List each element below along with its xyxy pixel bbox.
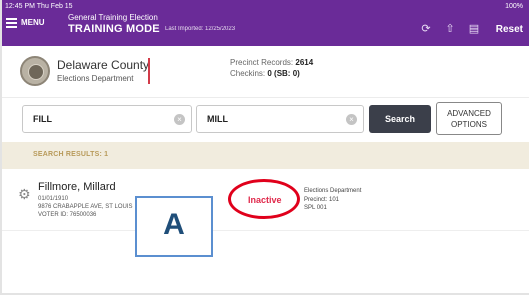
checkins-label: Checkins: <box>230 69 266 78</box>
precinct-records-value: 2614 <box>295 58 314 67</box>
search-row: FILL × MILL × Search ADVANCED OPTIONS <box>0 98 529 142</box>
status-time: 12:45 PM Thu Feb 15 <box>5 3 73 10</box>
advanced-options-button[interactable]: ADVANCED OPTIONS <box>436 102 502 135</box>
last-imported-note: Last Imported: 12/25/2023 <box>165 26 236 32</box>
first-name-value: MILL <box>207 114 228 124</box>
search-results-count: SEARCH RESULTS: 1 <box>33 151 109 158</box>
voter-result-row[interactable]: ⚙ Fillmore, Millard 01/01/1910 9876 CRAB… <box>0 169 529 231</box>
hamburger-icon <box>6 18 17 28</box>
upload-icon[interactable]: ⇧ <box>443 22 457 36</box>
checkins-value: 0 (SB: 0) <box>267 69 300 78</box>
last-name-input[interactable]: FILL × <box>22 105 192 133</box>
search-results-bar: SEARCH RESULTS: 1 <box>0 142 529 169</box>
voter-precinct: Precinct: 101 <box>304 197 340 203</box>
voter-dob: 01/01/1910 <box>38 196 69 202</box>
precinct-records-label: Precinct Records: <box>230 58 294 67</box>
divider <box>148 58 150 84</box>
menu-button[interactable]: MENU <box>6 18 45 28</box>
election-name: General Training Election <box>68 13 158 22</box>
voter-address: 9876 CRABAPPLE AVE, ST LOUIS <box>38 204 133 210</box>
frame-border-left <box>0 0 2 295</box>
checkins: Checkins: 0 (SB: 0) <box>230 69 300 78</box>
county-department: Elections Department <box>57 74 134 83</box>
clear-last-name-icon[interactable]: × <box>174 114 185 125</box>
network-icon[interactable]: ▤ <box>467 22 481 36</box>
county-name: Delaware County <box>57 58 150 72</box>
menu-label: MENU <box>21 18 45 27</box>
county-seal-icon <box>20 56 50 86</box>
advanced-options-line2: OPTIONS <box>450 120 487 129</box>
reset-button[interactable]: Reset <box>496 24 523 35</box>
header-icon-group: ⟳ ⇧ ▤ <box>419 22 481 36</box>
clear-first-name-icon[interactable]: × <box>346 114 357 125</box>
advanced-options-line1: ADVANCED <box>447 109 491 118</box>
voter-department: Elections Department <box>304 188 362 194</box>
annotation-label: A <box>163 208 185 241</box>
battery-indicator: 100% <box>505 3 523 10</box>
top-app-bar: 12:45 PM Thu Feb 15 100% MENU General Tr… <box>0 0 529 46</box>
sync-icon[interactable]: ⟳ <box>419 22 433 36</box>
training-mode-label: TRAINING MODE <box>68 23 160 35</box>
last-name-value: FILL <box>33 114 52 124</box>
county-header: Delaware County Elections Department Pre… <box>0 46 529 98</box>
voter-name: Fillmore, Millard <box>38 181 116 193</box>
first-name-input[interactable]: MILL × <box>196 105 364 133</box>
annotation-callout: A <box>135 196 213 257</box>
voter-status-badge: Inactive <box>248 195 282 205</box>
precinct-records: Precinct Records: 2614 <box>230 58 313 67</box>
search-button[interactable]: Search <box>369 105 431 133</box>
gear-icon[interactable]: ⚙ <box>18 186 31 203</box>
app-screen: 12:45 PM Thu Feb 15 100% MENU General Tr… <box>0 0 529 295</box>
voter-id: VOTER ID: 76500036 <box>38 212 97 218</box>
voter-split: SPL 001 <box>304 205 327 211</box>
